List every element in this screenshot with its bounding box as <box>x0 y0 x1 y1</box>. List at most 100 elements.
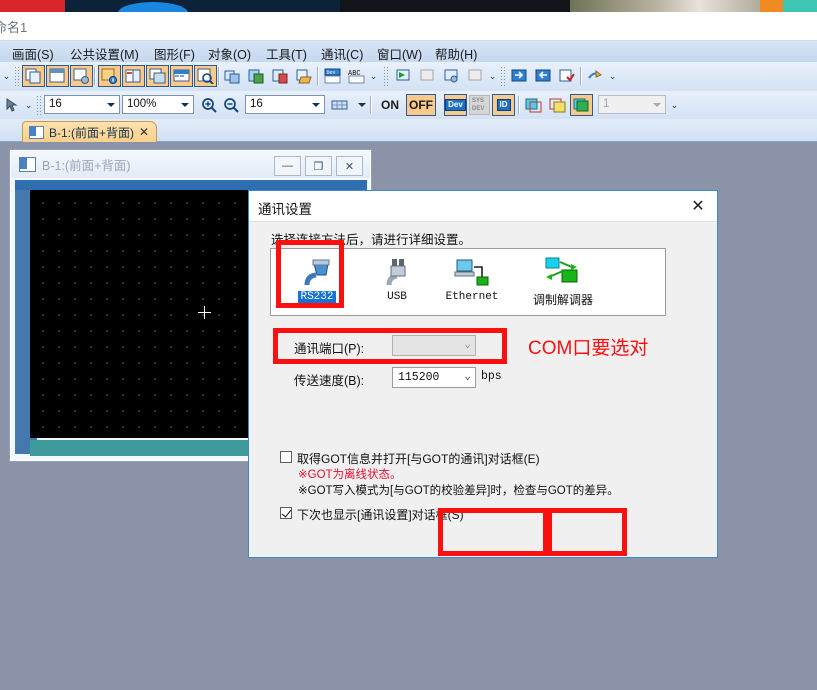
zoom-in-button[interactable] <box>198 94 221 116</box>
toolbar-overflow-3[interactable]: ⌄ <box>608 67 617 86</box>
read-from-got-icon <box>535 68 552 84</box>
toolbar-simulate-start-button[interactable] <box>392 65 415 87</box>
comm-settings-icon <box>587 68 604 84</box>
speed-label: 传送速度(B): <box>294 374 365 388</box>
toolbar-write-to-got-button[interactable] <box>508 65 531 87</box>
port-label: 通讯端口(P): <box>294 342 365 356</box>
chevron-down-icon[interactable] <box>649 97 664 112</box>
layer-front-button[interactable] <box>522 94 545 116</box>
device-view-button[interactable]: Dev <box>444 94 467 116</box>
toolbar-comm-settings-button[interactable] <box>584 65 607 87</box>
grid-style-button[interactable] <box>328 94 351 116</box>
toolbar-sep-5 <box>370 96 372 114</box>
toolbar-device-list-button[interactable]: Dev <box>321 65 344 87</box>
simulate-start-icon <box>395 68 412 84</box>
connection-option-usb[interactable]: USB <box>359 253 435 311</box>
chevron-down-icon[interactable] <box>103 97 118 112</box>
toolbar-read-from-got-button[interactable] <box>532 65 555 87</box>
toolbar-project-info-button[interactable] <box>98 65 121 87</box>
toolbar-text-list-button[interactable]: ABC <box>345 65 368 87</box>
layer-both-icon <box>573 97 590 113</box>
toolbar-paste-button[interactable] <box>245 65 268 87</box>
state-off-button[interactable]: OFF <box>406 94 436 116</box>
toolbar-paste-special-button[interactable] <box>269 65 292 87</box>
toolbar-import-button[interactable] <box>293 65 316 87</box>
chevron-down-icon[interactable] <box>177 97 192 112</box>
toolbar-sep-1 <box>94 67 96 85</box>
tab-close-icon[interactable]: ✕ <box>139 125 149 139</box>
toolbar-simulate-exit-button[interactable] <box>464 65 487 87</box>
toolbar-grip-2[interactable] <box>383 66 388 86</box>
mdi-close-button[interactable]: ✕ <box>336 156 363 176</box>
toolbar-data-button[interactable] <box>170 65 193 87</box>
checkbox-row-show-next[interactable]: 下次也显示[通讯设置]对话框(S) <box>280 506 464 523</box>
toolbar-copy-button[interactable] <box>221 65 244 87</box>
toolbar-overflow-1[interactable]: ⌄ <box>369 67 378 86</box>
grid-size-combo[interactable]: 16 <box>245 95 325 114</box>
toolbar-overflow-left[interactable]: ⌄ <box>2 67 11 86</box>
toolbar-open-screen-button[interactable] <box>46 65 69 87</box>
menu-item-figure[interactable]: 图形(F) <box>152 44 197 63</box>
menu-item-help[interactable]: 帮助(H) <box>433 44 479 63</box>
document-tab-b1[interactable]: B-1:(前面+背面) ✕ <box>22 121 158 142</box>
layer-number-combo[interactable]: 1 <box>598 95 666 114</box>
system-device-view-button[interactable]: SYS DEV <box>468 94 491 116</box>
modem-icon <box>543 255 583 289</box>
device-list-icon: Dev <box>324 68 341 84</box>
checkbox-show-next[interactable] <box>280 507 292 519</box>
menu-item-tools[interactable]: 工具(T) <box>264 44 309 63</box>
close-icon[interactable]: ✕ <box>687 196 709 216</box>
toolbar-simulate-setting-button[interactable] <box>440 65 463 87</box>
toolbar-overflow-4[interactable]: ⌄ <box>24 96 33 115</box>
toolbar-screen-list-button[interactable] <box>146 65 169 87</box>
write-to-got-icon <box>511 68 528 84</box>
mdi-minimize-button[interactable]: — <box>274 156 301 176</box>
document-icon <box>29 125 44 139</box>
toolbar-grip-3[interactable] <box>500 66 505 86</box>
copy-icon <box>224 68 241 84</box>
layer-both-button[interactable] <box>570 94 593 116</box>
toolbar-grip-1[interactable] <box>14 66 19 86</box>
toolbar-overflow-2[interactable]: ⌄ <box>488 67 497 86</box>
desktop-strip <box>0 0 817 24</box>
chevron-down-icon[interactable] <box>308 97 323 112</box>
layer-back-button[interactable] <box>546 94 569 116</box>
zoom-combo[interactable]: 100% <box>122 95 194 114</box>
toolbar-preview-button[interactable] <box>194 65 217 87</box>
font-size-value: 16 <box>49 98 62 110</box>
mdi-titlebar[interactable]: B-1:(前面+背面) — ❐ ✕ <box>11 151 370 178</box>
zoom-out-button[interactable] <box>220 94 243 116</box>
verify-got-icon <box>559 68 576 84</box>
library-icon <box>125 68 142 84</box>
toolbar-sep-4 <box>580 67 582 85</box>
toolbar-verify-got-button[interactable] <box>556 65 579 87</box>
port-combo[interactable]: ⌄ <box>392 335 476 356</box>
connection-label-modem: 调制解调器 <box>532 293 593 307</box>
document-tabstrip: B-1:(前面+背面) ✕ <box>0 119 817 142</box>
checkbox-row-got[interactable]: 取得GOT信息并打开[与GOT的通讯]对话框(E) <box>280 450 540 467</box>
desktop-seg-black <box>340 0 570 12</box>
connection-option-ethernet[interactable]: Ethernet <box>434 253 510 311</box>
checkbox-got-label: 取得GOT信息并打开[与GOT的通讯]对话框(E) <box>297 452 540 466</box>
menu-item-screen[interactable]: 画面(S) <box>10 44 56 63</box>
connection-label-rs232: RS232 <box>298 291 336 303</box>
connection-option-modem[interactable]: 调制解调器 <box>517 253 609 311</box>
toolbar-screen-props-button[interactable] <box>70 65 93 87</box>
menu-item-common[interactable]: 公共设置(M) <box>68 44 141 63</box>
menu-item-object[interactable]: 对象(O) <box>206 44 253 63</box>
toolbar-new-screen-button[interactable] <box>22 65 45 87</box>
toolbar-simulate-update-button[interactable] <box>416 65 439 87</box>
toolbar-overflow-5[interactable]: ⌄ <box>670 96 679 115</box>
mdi-restore-button[interactable]: ❐ <box>305 156 332 176</box>
menu-item-window[interactable]: 窗口(W) <box>375 44 424 63</box>
toolbar-library-button[interactable] <box>122 65 145 87</box>
speed-combo[interactable]: 115200 ⌄ <box>392 367 476 388</box>
font-size-combo[interactable]: 16 <box>44 95 120 114</box>
state-on-button[interactable]: ON <box>376 94 404 116</box>
connection-option-rs232[interactable]: RS232 <box>279 253 355 311</box>
menu-item-comm[interactable]: 通讯(C) <box>319 44 365 63</box>
object-id-button[interactable]: ID <box>492 94 515 116</box>
toolbar-grip-4[interactable] <box>36 95 41 115</box>
toolbar-pointer-button[interactable] <box>0 94 23 116</box>
checkbox-got[interactable] <box>280 451 292 463</box>
